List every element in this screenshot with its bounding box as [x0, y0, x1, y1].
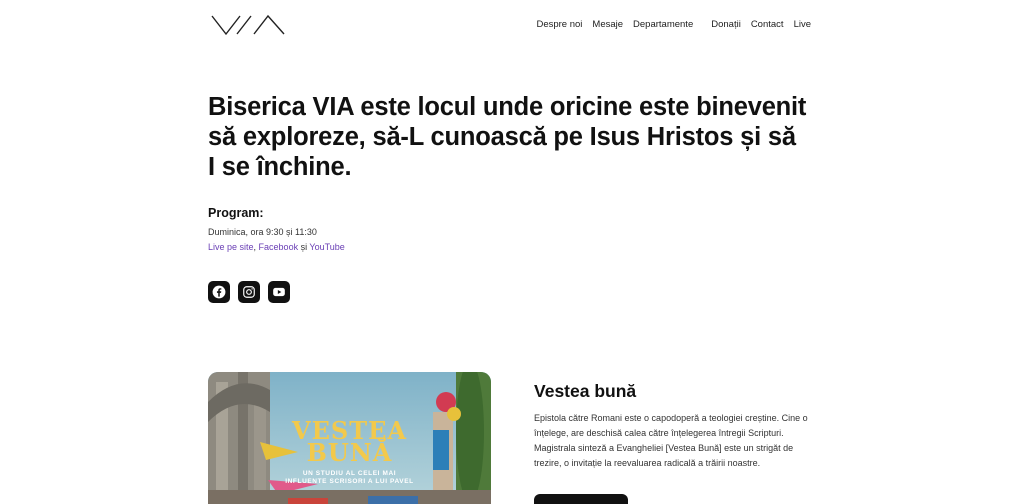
- facebook-icon: [212, 285, 226, 299]
- main-nav: Despre noi Mesaje Departamente Donații C…: [526, 18, 811, 32]
- live-site-link[interactable]: Live pe site: [208, 242, 254, 252]
- nav-mesaje[interactable]: Mesaje: [592, 18, 623, 32]
- program-links: Live pe site, Facebook și YouTube: [208, 242, 345, 252]
- nav-departamente[interactable]: Departamente: [633, 18, 693, 32]
- site-header: Despre noi Mesaje Departamente Donații C…: [0, 0, 1024, 50]
- instagram-button[interactable]: [238, 281, 260, 303]
- program-label: Program:: [208, 206, 264, 220]
- youtube-button[interactable]: [268, 281, 290, 303]
- section-description: Epistola către Romani este o capodoperă …: [534, 413, 808, 468]
- via-logo[interactable]: [210, 12, 290, 38]
- nav-live[interactable]: Live: [794, 18, 811, 32]
- youtube-icon: [273, 287, 285, 297]
- nav-despre-noi[interactable]: Despre noi: [536, 18, 582, 32]
- nav-donatii[interactable]: Donații: [711, 18, 741, 32]
- program-sep: și: [298, 242, 310, 252]
- instagram-icon: [243, 286, 255, 298]
- poster-subtitle: UN STUDIU AL CELEI MAI INFLUENTE SCRISOR…: [208, 470, 491, 486]
- program-time: Duminica, ora 9:30 și 11:30: [208, 227, 317, 237]
- poster-title: VESTEA BUNĂ: [208, 419, 491, 467]
- youtube-link[interactable]: YouTube: [309, 242, 344, 252]
- read-more-button[interactable]: [534, 494, 628, 504]
- section-title: Vestea bună: [534, 381, 637, 401]
- facebook-link[interactable]: Facebook: [259, 242, 299, 252]
- nav-contact[interactable]: Contact: [751, 18, 784, 32]
- poster-title-line-2: BUNĂ: [306, 438, 393, 467]
- social-links: [208, 281, 290, 303]
- vestea-buna-poster[interactable]: VESTEA BUNĂ UN STUDIU AL CELEI MAI INFLU…: [208, 372, 491, 504]
- poster-subtitle-line-2: INFLUENTE SCRISORI A LUI PAVEL: [285, 478, 414, 485]
- hero-title: Biserica VIA este locul unde oricine est…: [208, 93, 807, 181]
- poster-subtitle-line-1: UN STUDIU AL CELEI MAI: [302, 470, 397, 477]
- facebook-button[interactable]: [208, 281, 230, 303]
